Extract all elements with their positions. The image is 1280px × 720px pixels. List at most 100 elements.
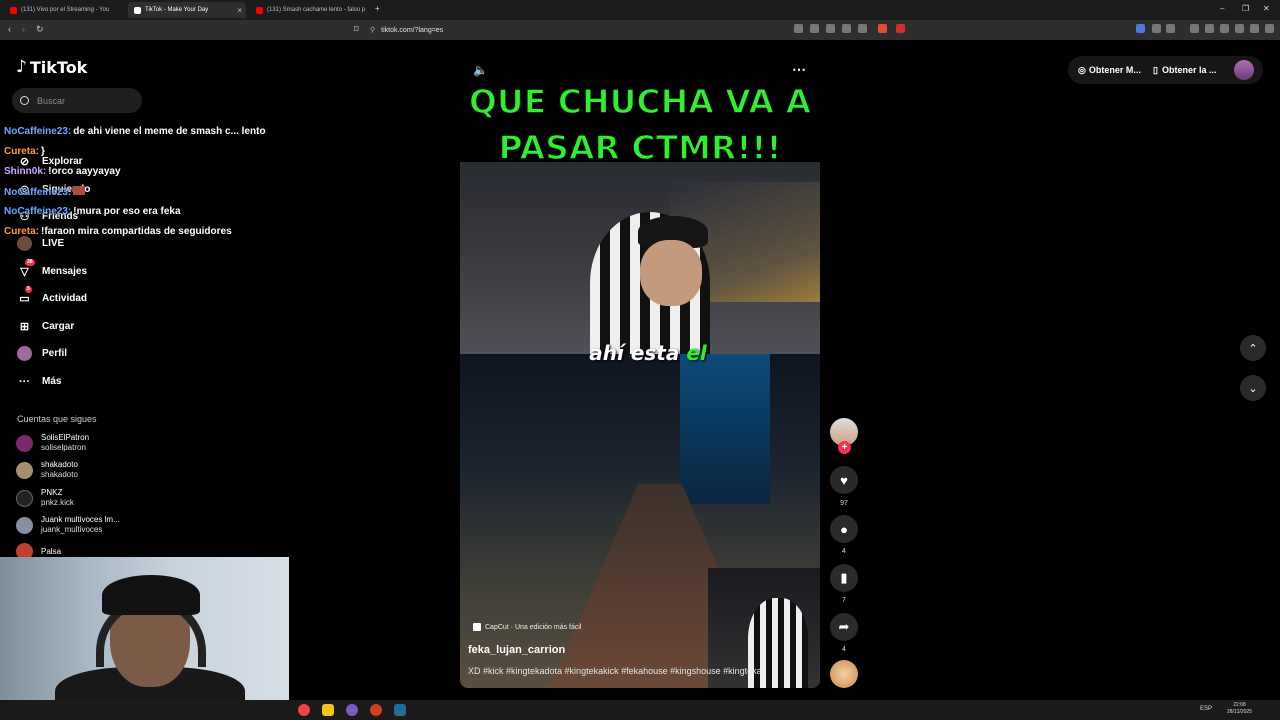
wallet-icon[interactable] xyxy=(1220,24,1229,33)
account-handle: shakadoto xyxy=(41,470,78,479)
zoom-icon[interactable] xyxy=(842,24,851,33)
followed-account[interactable]: SolisElPatron soliselpatron xyxy=(16,433,89,453)
webcam-overlay xyxy=(0,557,289,700)
media-icon[interactable] xyxy=(1190,24,1199,33)
video-headline-line1: QUE CHUCHA VA A xyxy=(468,81,812,122)
back-icon[interactable]: ‹ xyxy=(8,24,11,34)
message-badge: 38 xyxy=(25,259,35,266)
account-name: PNKZ xyxy=(41,488,63,497)
chat-message: NoCaffeine23: xyxy=(4,186,86,198)
music-disc-icon[interactable] xyxy=(830,660,858,688)
sidebar-item-actividad[interactable]: ▭ 5 Actividad xyxy=(17,286,88,306)
bookmark-icon[interactable]: ⌑ xyxy=(354,24,359,35)
save-button[interactable]: ▮ xyxy=(830,564,858,592)
capcut-watermark[interactable]: CapCut · Una edición más fácil xyxy=(473,623,582,631)
following-accounts-title: Cuentas que sigues xyxy=(17,414,97,424)
followed-account[interactable]: PNKZ pnkz.kick xyxy=(16,488,74,508)
chat-user: NoCaffeine23: xyxy=(4,187,72,198)
brave-icon[interactable] xyxy=(370,704,382,716)
tiktok-favicon-icon xyxy=(134,6,141,14)
browser-tab-2[interactable]: TikTok - Make Your Day × xyxy=(128,2,246,18)
windows-taskbar: ESP 22:08 28/12/2025 xyxy=(0,700,1280,720)
browser-tab-1[interactable]: (131) Vivo por el Streaming - You xyxy=(4,2,124,18)
leo-icon[interactable] xyxy=(1235,24,1244,33)
video-player[interactable]: QUE CHUCHA VA A PASAR CTMR!!! ahí esta e… xyxy=(460,52,820,688)
steam-icon[interactable] xyxy=(394,704,406,716)
restore-icon[interactable]: ❐ xyxy=(1242,4,1249,13)
obs-icon[interactable] xyxy=(346,704,358,716)
chat-message: Shinn0k: !orco aayyayay xyxy=(4,166,121,177)
tab-label: (131) Vivo por el Streaming - You xyxy=(21,7,110,13)
system-clock[interactable]: 22:08 28/12/2025 xyxy=(1227,702,1252,716)
brave-shield-icon[interactable] xyxy=(878,24,887,33)
video-author[interactable]: feka_lujan_carrion xyxy=(468,644,565,656)
search-input[interactable]: Buscar xyxy=(12,88,142,113)
sidebar-item-label: Actividad xyxy=(42,293,88,304)
sidebar-icon[interactable] xyxy=(1205,24,1214,33)
coin-icon: ◎ xyxy=(1078,64,1086,75)
file-explorer-icon[interactable] xyxy=(322,704,334,716)
reload-icon[interactable]: ↻ xyxy=(36,24,44,35)
translate-icon[interactable] xyxy=(826,24,835,33)
url-text: tiktok.com/?lang=es xyxy=(381,26,444,34)
browser-tab-3[interactable]: (131) Smash cachame lento - falso p xyxy=(250,2,368,18)
previous-video-button[interactable]: ⌃ xyxy=(1240,335,1266,361)
browser-toolbar: ‹ › ↻ ⌑ ⚲ tiktok.com/?lang=es xyxy=(0,20,1280,40)
profile-avatar[interactable] xyxy=(1234,60,1254,80)
forward-icon[interactable]: › xyxy=(22,24,25,34)
chat-message: Cureta: !faraon mira compartidas de segui… xyxy=(4,226,232,237)
vpn-icon[interactable] xyxy=(1250,24,1259,33)
brave-rewards-icon[interactable] xyxy=(896,24,905,33)
volume-icon[interactable]: 🔈 xyxy=(473,63,488,77)
share-icon[interactable] xyxy=(858,24,867,33)
get-coins-button[interactable]: ◎ Obtener M... xyxy=(1078,59,1141,81)
account-handle: soliselpatron xyxy=(41,443,86,452)
sidebar-item-cargar[interactable]: ⊞ Cargar xyxy=(17,319,74,334)
sidebar-item-label: Perfil xyxy=(42,348,68,359)
sidebar-item-live[interactable]: LIVE xyxy=(17,236,64,251)
chat-text: !orco aayyayay xyxy=(48,166,121,177)
chat-user: NoCaffeine23: xyxy=(4,126,72,137)
chat-message: NoCaffeine23: !mura por eso era feka xyxy=(4,206,181,217)
avatar xyxy=(16,461,33,479)
site-info-icon[interactable]: ⚲ xyxy=(370,26,375,34)
language-indicator[interactable]: ESP xyxy=(1200,706,1212,712)
extension-icon[interactable] xyxy=(1136,24,1145,33)
comment-button[interactable]: ● xyxy=(830,515,858,543)
sidebar-item-mensajes[interactable]: ▽ 38 Mensajes xyxy=(17,259,87,279)
chat-message: Cureta:} xyxy=(4,146,45,157)
close-tab-icon[interactable]: × xyxy=(237,6,242,15)
followed-account[interactable]: shakadoto shakadoto xyxy=(16,460,78,480)
sidebar-item-mas[interactable]: ··· Más xyxy=(17,374,61,389)
extension-icon[interactable] xyxy=(810,24,819,33)
avatar xyxy=(16,489,33,507)
clock-time: 22:08 xyxy=(1233,702,1246,708)
emote-icon xyxy=(73,186,86,195)
extension-icon[interactable] xyxy=(794,24,803,33)
like-button[interactable]: ♥ xyxy=(830,466,858,494)
tiktok-logo[interactable]: ♪ TikTok xyxy=(16,57,87,77)
chat-message: NoCaffeine23: de ahi viene el meme de sma… xyxy=(4,126,266,137)
extension-icon[interactable] xyxy=(1166,24,1175,33)
share-button[interactable]: ➦ xyxy=(830,613,858,641)
message-icon: ▽ 38 xyxy=(20,259,35,278)
like-count: 97 xyxy=(840,500,848,507)
menu-icon[interactable] xyxy=(1265,24,1274,33)
subtitle-highlight: el xyxy=(686,341,707,365)
share-arrow-icon: ➦ xyxy=(838,619,850,634)
new-tab-button[interactable]: + xyxy=(375,4,380,13)
close-window-icon[interactable]: ✕ xyxy=(1263,4,1270,13)
followed-account[interactable]: Juank multivoces lm... juank_multivoces xyxy=(16,515,120,535)
more-options-icon[interactable]: ⋯ xyxy=(792,61,807,78)
youtube-icon xyxy=(10,6,17,14)
video-caption: XD #kick #kingtekadota #kingtekakick #fe… xyxy=(468,666,762,676)
comment-count: 4 xyxy=(842,548,846,555)
minimize-icon[interactable]: – xyxy=(1220,4,1224,13)
follow-plus-icon[interactable]: + xyxy=(838,441,851,454)
sidebar-item-perfil[interactable]: Perfil xyxy=(17,346,67,361)
next-video-button[interactable]: ⌄ xyxy=(1240,375,1266,401)
extension-icon[interactable] xyxy=(1152,24,1161,33)
get-app-button[interactable]: ▯ Obtener la ... xyxy=(1153,59,1216,81)
avatar xyxy=(16,434,33,452)
chrome-icon[interactable] xyxy=(298,704,310,716)
